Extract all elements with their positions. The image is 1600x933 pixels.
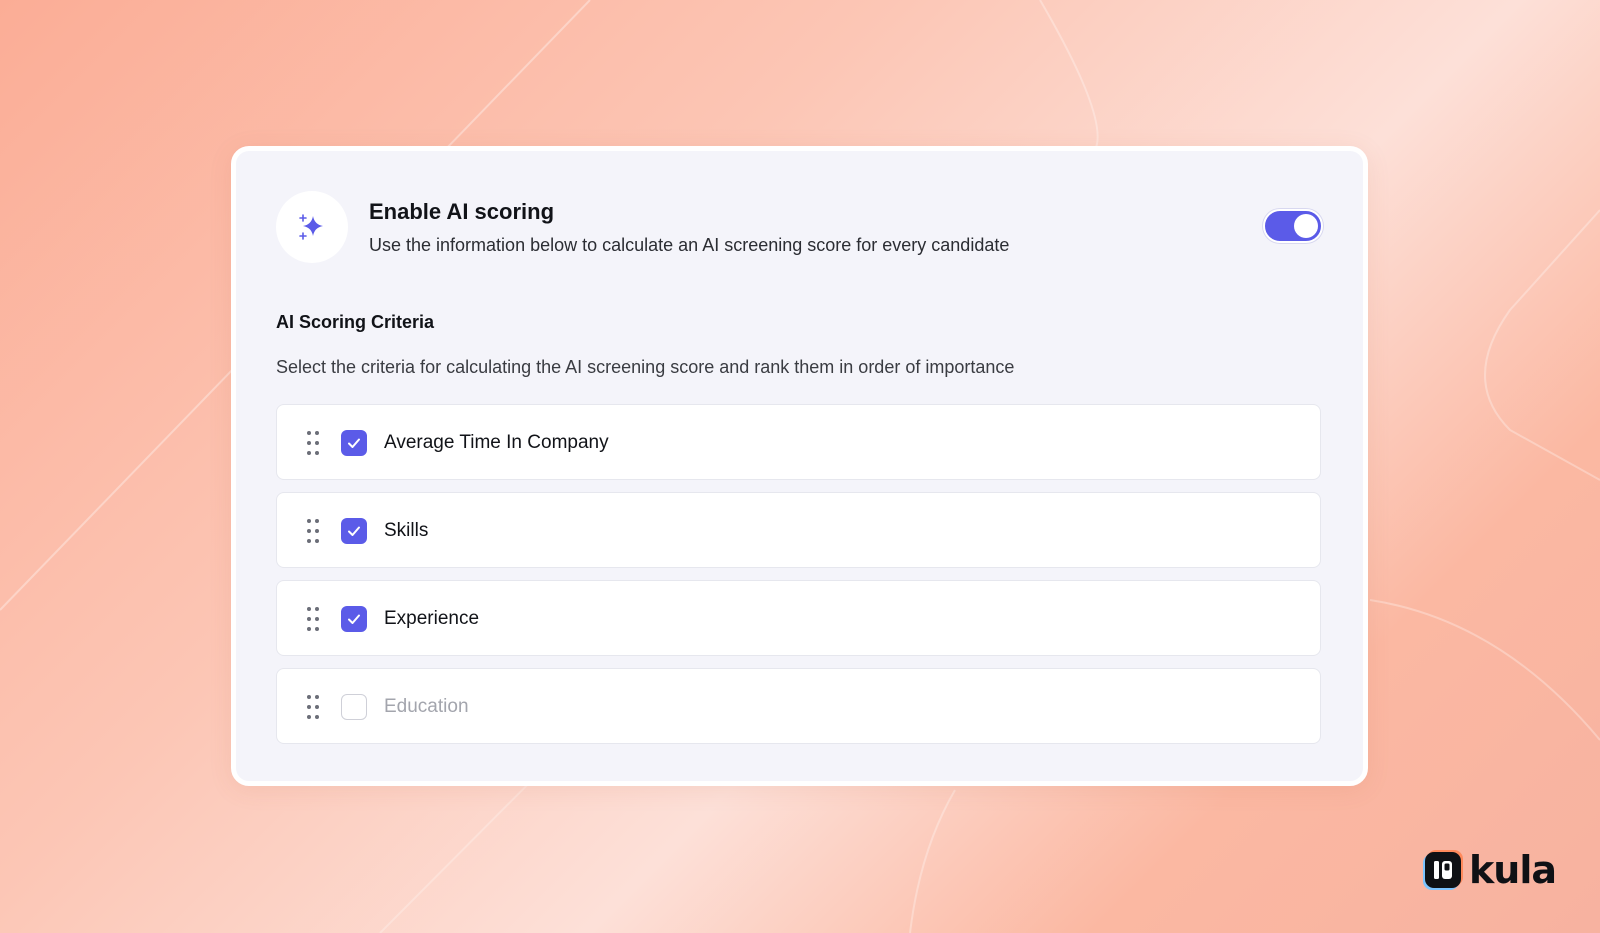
criteria-item-average-time[interactable]: Average Time In Company (276, 404, 1321, 480)
enable-ai-scoring-toggle[interactable] (1263, 209, 1323, 243)
ai-scoring-description: Use the information below to calculate a… (369, 235, 1010, 255)
drag-handle-icon[interactable] (305, 607, 321, 633)
ai-scoring-title: Enable AI scoring (369, 199, 555, 224)
checkmark-icon (348, 526, 360, 536)
criteria-list: Average Time In Company Skills Experienc… (276, 404, 1321, 756)
drag-handle-icon[interactable] (305, 431, 321, 457)
kula-logo-icon (1425, 852, 1461, 888)
checkmark-icon (348, 614, 360, 624)
criteria-label: Experience (384, 608, 480, 629)
criteria-item-experience[interactable]: Experience (276, 580, 1321, 656)
criteria-section-title: AI Scoring Criteria (276, 312, 435, 332)
criteria-label: Education (384, 696, 469, 717)
ai-scoring-header: Enable AI scoring Use the information be… (276, 191, 1323, 263)
criteria-item-education[interactable]: Education (276, 668, 1321, 744)
ai-scoring-card: Enable AI scoring Use the information be… (231, 146, 1368, 786)
criteria-label: Average Time In Company (384, 432, 609, 453)
drag-handle-icon[interactable] (305, 519, 321, 545)
criteria-item-skills[interactable]: Skills (276, 492, 1321, 568)
criteria-section-description: Select the criteria for calculating the … (276, 357, 1015, 377)
criteria-checkbox[interactable] (341, 430, 367, 456)
drag-handle-icon[interactable] (305, 695, 321, 721)
criteria-checkbox[interactable] (341, 694, 367, 720)
criteria-checkbox[interactable] (341, 606, 367, 632)
brand-logo: kula (1425, 848, 1557, 892)
checkmark-icon (348, 438, 360, 448)
criteria-label: Skills (384, 520, 429, 541)
toggle-knob (1294, 214, 1318, 238)
brand-name: kula (1469, 848, 1557, 892)
criteria-checkbox[interactable] (341, 518, 367, 544)
sparkles-icon (276, 191, 348, 263)
